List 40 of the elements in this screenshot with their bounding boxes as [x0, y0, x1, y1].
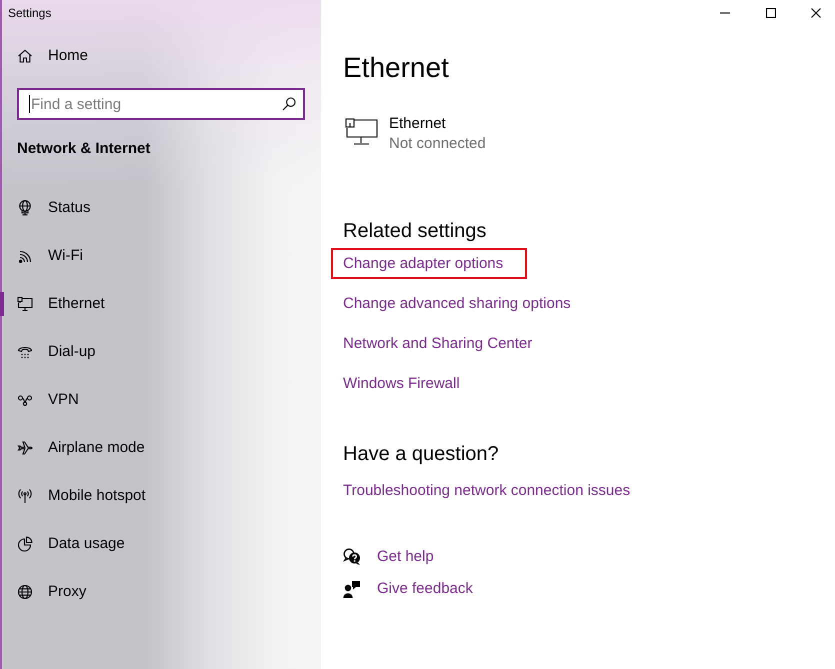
section-title: Network & Internet: [17, 139, 150, 159]
antenna-icon: [17, 488, 33, 504]
help-topic-link[interactable]: Troubleshooting network connection issues: [331, 475, 654, 506]
help-link[interactable]: Get help: [343, 545, 434, 569]
wifi-icon: [17, 248, 33, 264]
search-icon: [282, 97, 296, 111]
nav-item[interactable]: Data usage: [2, 520, 321, 568]
window-title: Settings: [7, 5, 52, 22]
section-heading: Have a question?: [343, 442, 499, 467]
settings-link[interactable]: Network and Sharing Center: [331, 328, 556, 359]
page-title: Ethernet: [343, 51, 449, 85]
settings-link[interactable]: Change adapter options: [331, 248, 528, 279]
settings-link[interactable]: Change advanced sharing options: [331, 288, 595, 319]
search-field[interactable]: Find a setting: [17, 88, 305, 120]
home-link[interactable]: Home: [2, 32, 96, 80]
nav-item[interactable]: Airplane mode: [2, 424, 321, 472]
maximize-icon: [766, 8, 776, 18]
adapter-name: Ethernet: [389, 114, 447, 134]
nav-item[interactable]: Dial-up: [2, 328, 321, 376]
pie-chart-icon: [17, 536, 33, 552]
globe-monitor-icon: [17, 200, 33, 216]
adapter-status: Not connected: [389, 134, 486, 154]
person-feedback-icon: [343, 580, 361, 598]
home-icon: [17, 48, 33, 64]
monitor-icon: [345, 118, 379, 146]
nav-item[interactable]: Ethernet: [2, 280, 321, 328]
nav-item[interactable]: Proxy: [2, 568, 321, 616]
nav-item[interactable]: VPN: [2, 376, 321, 424]
monitor-icon: [17, 296, 33, 312]
close-icon: [811, 8, 821, 18]
section-heading: Related settings: [343, 219, 486, 244]
airplane-icon: [17, 440, 33, 456]
nav-item[interactable]: Mobile hotspot: [2, 472, 321, 520]
chat-question-icon: [343, 548, 361, 566]
nav-item[interactable]: Wi-Fi: [2, 232, 321, 280]
phone-icon: [17, 344, 33, 360]
nav-item[interactable]: Status: [2, 184, 321, 232]
help-link[interactable]: Give feedback: [343, 577, 473, 601]
globe-icon: [17, 584, 33, 600]
settings-link[interactable]: Windows Firewall: [331, 368, 484, 399]
